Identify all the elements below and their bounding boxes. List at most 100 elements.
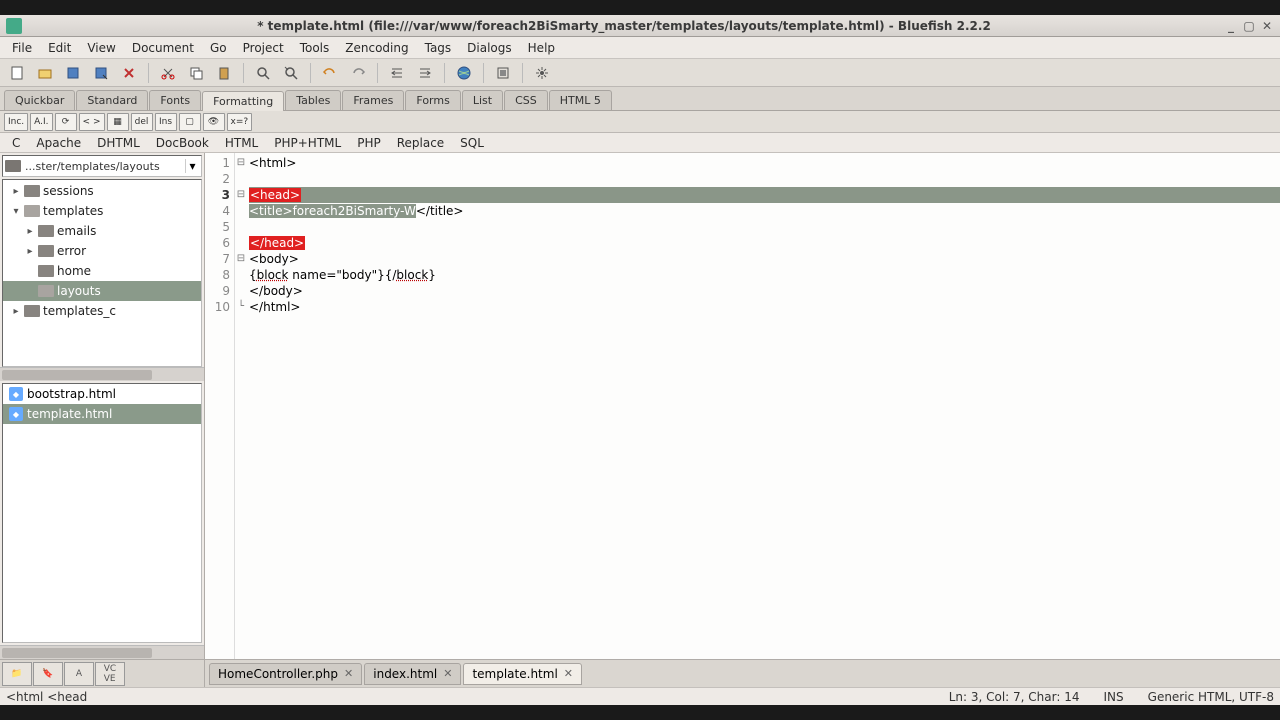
bookmarks-mode-button[interactable]: 🔖 [33, 662, 63, 686]
tree-label: home [57, 264, 91, 278]
indent-button[interactable] [412, 62, 438, 84]
fold-column[interactable]: ⊟⊟⊟└ [235, 153, 247, 659]
filebrowser-mode-button[interactable]: 📁 [2, 662, 32, 686]
tree-item-layouts[interactable]: layouts [3, 281, 201, 301]
file-list[interactable]: ◆bootstrap.html◆template.html [2, 383, 202, 643]
close-file-button[interactable] [116, 62, 142, 84]
copy-button[interactable] [183, 62, 209, 84]
tool-tab-list[interactable]: List [462, 90, 503, 110]
menu-tags[interactable]: Tags [417, 39, 460, 57]
open-button[interactable] [32, 62, 58, 84]
lang-sql[interactable]: SQL [452, 135, 492, 151]
tree-item-emails[interactable]: ▸emails [3, 221, 201, 241]
tool-tab-formatting[interactable]: Formatting [202, 91, 284, 111]
scrollbar-thumb[interactable] [2, 370, 152, 380]
tool-tab-css[interactable]: CSS [504, 90, 548, 110]
file-item-template.html[interactable]: ◆template.html [3, 404, 201, 424]
format-button-8[interactable]: 👁 [203, 113, 225, 131]
tool-tab-forms[interactable]: Forms [405, 90, 460, 110]
preview-browser-button[interactable] [451, 62, 477, 84]
format-button-6[interactable]: Ins [155, 113, 177, 131]
menu-project[interactable]: Project [235, 39, 292, 57]
lang-php[interactable]: PHP [349, 135, 389, 151]
menu-edit[interactable]: Edit [40, 39, 79, 57]
expand-icon[interactable]: ▸ [11, 306, 21, 317]
tree-item-error[interactable]: ▸error [3, 241, 201, 261]
lang-dhtml[interactable]: DHTML [89, 135, 148, 151]
lang-html[interactable]: HTML [217, 135, 266, 151]
menu-document[interactable]: Document [124, 39, 202, 57]
charmap-mode-button[interactable]: A [64, 662, 94, 686]
format-button-0[interactable]: Inc. [4, 113, 28, 131]
preferences-button[interactable] [529, 62, 555, 84]
format-button-5[interactable]: del [131, 113, 153, 131]
filelist-h-scrollbar[interactable] [0, 645, 204, 659]
tool-tab-quickbar[interactable]: Quickbar [4, 90, 75, 110]
toolbar-separator [148, 63, 149, 83]
tree-item-home[interactable]: home [3, 261, 201, 281]
tree-label: layouts [57, 284, 101, 298]
unindent-button[interactable] [384, 62, 410, 84]
lang-phpplushtml[interactable]: PHP+HTML [266, 135, 349, 151]
path-dropdown-button[interactable]: ▾ [185, 159, 199, 173]
tool-tab-standard[interactable]: Standard [76, 90, 148, 110]
format-button-9[interactable]: x=? [227, 113, 253, 131]
main-toolbar [0, 59, 1280, 87]
tree-item-templates[interactable]: ▾templates [3, 201, 201, 221]
menu-help[interactable]: Help [520, 39, 563, 57]
doc-tab-index.html[interactable]: index.html✕ [364, 663, 461, 685]
expand-icon[interactable]: ▸ [25, 246, 35, 257]
lang-docbook[interactable]: DocBook [148, 135, 217, 151]
close-button[interactable]: ✕ [1260, 19, 1274, 33]
close-tab-icon[interactable]: ✕ [344, 667, 353, 680]
tool-tab-tables[interactable]: Tables [285, 90, 341, 110]
format-button-4[interactable]: ▦ [107, 113, 129, 131]
tool-tab-html-5[interactable]: HTML 5 [549, 90, 612, 110]
tool-tab-fonts[interactable]: Fonts [149, 90, 201, 110]
folder-tree[interactable]: ▸sessions▾templates▸emails▸error home layo… [2, 179, 202, 367]
tool-tab-frames[interactable]: Frames [342, 90, 404, 110]
lang-replace[interactable]: Replace [389, 135, 452, 151]
find-button[interactable] [250, 62, 276, 84]
path-selector[interactable]: ...ster/templates/layouts ▾ [2, 155, 202, 177]
format-button-3[interactable]: < > [79, 113, 105, 131]
snippets-mode-button[interactable]: VCVE [95, 662, 125, 686]
menu-dialogs[interactable]: Dialogs [459, 39, 519, 57]
menu-go[interactable]: Go [202, 39, 235, 57]
doc-tab-HomeController.php[interactable]: HomeController.php✕ [209, 663, 362, 685]
undo-button[interactable] [317, 62, 343, 84]
menu-tools[interactable]: Tools [292, 39, 338, 57]
file-item-bootstrap.html[interactable]: ◆bootstrap.html [3, 384, 201, 404]
doc-tab-template.html[interactable]: template.html✕ [463, 663, 582, 685]
folder-icon [38, 225, 54, 237]
new-file-button[interactable] [4, 62, 30, 84]
menu-file[interactable]: File [4, 39, 40, 57]
close-tab-icon[interactable]: ✕ [443, 667, 452, 680]
expand-icon[interactable]: ▾ [11, 206, 21, 217]
cut-button[interactable] [155, 62, 181, 84]
format-button-1[interactable]: A.I. [30, 113, 52, 131]
menu-view[interactable]: View [79, 39, 123, 57]
minimize-button[interactable]: _ [1224, 19, 1238, 33]
paste-button[interactable] [211, 62, 237, 84]
save-as-button[interactable] [88, 62, 114, 84]
lang-apache[interactable]: Apache [28, 135, 89, 151]
code-editor[interactable]: 12345678910 ⊟⊟⊟└ <html><head><title>fore… [205, 153, 1280, 659]
expand-icon[interactable]: ▸ [25, 226, 35, 237]
find-replace-button[interactable] [278, 62, 304, 84]
menu-zencoding[interactable]: Zencoding [337, 39, 416, 57]
lang-c[interactable]: C [4, 135, 28, 151]
code-area[interactable]: <html><head><title>foreach2BiSmarty-W</t… [247, 153, 1280, 659]
maximize-button[interactable]: ▢ [1242, 19, 1256, 33]
save-button[interactable] [60, 62, 86, 84]
fullscreen-button[interactable] [490, 62, 516, 84]
scrollbar-thumb[interactable] [2, 648, 152, 658]
tree-item-templates_c[interactable]: ▸templates_c [3, 301, 201, 321]
close-tab-icon[interactable]: ✕ [564, 667, 573, 680]
tree-h-scrollbar[interactable] [0, 367, 204, 381]
expand-icon[interactable]: ▸ [11, 186, 21, 197]
format-button-7[interactable]: ▢ [179, 113, 201, 131]
format-button-2[interactable]: ⟳ [55, 113, 77, 131]
tree-item-sessions[interactable]: ▸sessions [3, 181, 201, 201]
redo-button[interactable] [345, 62, 371, 84]
